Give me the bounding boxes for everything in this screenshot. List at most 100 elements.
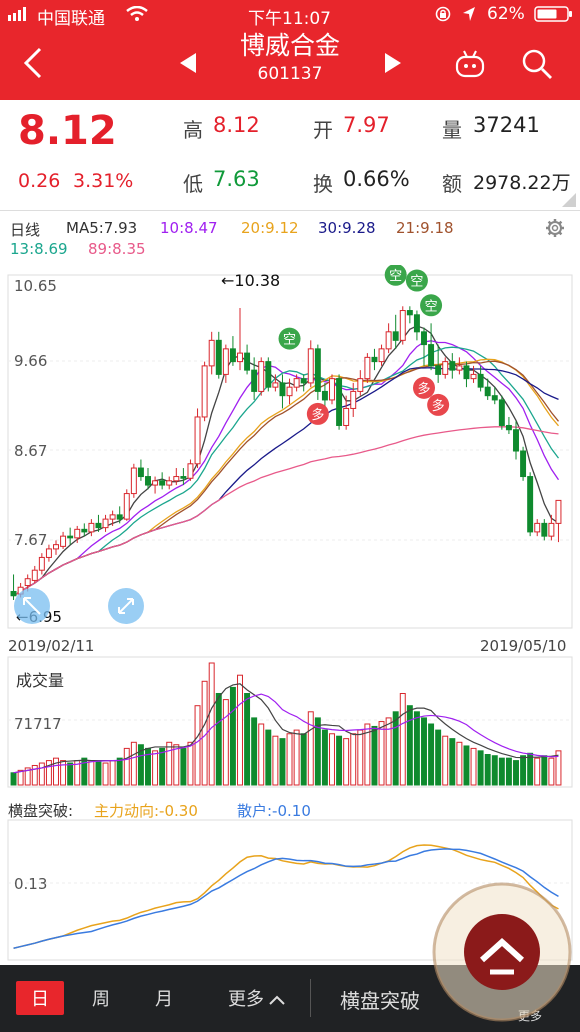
candle-body <box>406 310 413 316</box>
indicator-title[interactable]: 横盘突破: <box>8 800 73 821</box>
candle-body <box>258 361 265 392</box>
volume-bar <box>187 741 194 786</box>
signal-label: 多 <box>417 381 430 397</box>
volume-bar <box>442 735 449 786</box>
signal-label: 空 <box>410 275 423 290</box>
volume-bar <box>534 757 541 786</box>
lock-rotation-icon <box>435 6 451 26</box>
tab-more[interactable]: 更多 <box>228 985 286 1011</box>
collapse-button[interactable] <box>14 588 50 624</box>
tab-day[interactable]: 日 <box>16 981 64 1015</box>
candle <box>123 489 130 521</box>
period-label[interactable]: 日线 <box>10 219 40 240</box>
settings-gear-icon[interactable] <box>545 218 565 242</box>
candle <box>505 416 512 434</box>
robot-icon[interactable] <box>454 48 486 82</box>
search-icon[interactable] <box>521 48 553 84</box>
chart-area[interactable]: 空空空空多多多 10.65 9.66 8.67 7.67 ←10.38 ←6.9… <box>0 263 580 965</box>
candle <box>357 370 364 396</box>
candle-body <box>137 467 144 478</box>
short-signal-marker: 空 <box>405 269 428 292</box>
amount-value: 2978.22万 <box>473 172 571 194</box>
candle-body <box>272 382 279 388</box>
candle-body <box>102 518 109 529</box>
price-change-percent: 3.31% <box>73 170 134 192</box>
candle-body <box>399 310 406 341</box>
candle-body <box>477 373 484 388</box>
fullscreen-button[interactable] <box>108 588 144 624</box>
volume-bar <box>88 760 95 786</box>
candle <box>258 357 265 396</box>
ma13-line <box>13 346 560 597</box>
volume-bar <box>520 755 527 786</box>
volume-bar <box>491 755 498 786</box>
expand-corner-icon[interactable] <box>562 192 576 211</box>
tab-month[interactable]: 月 <box>155 985 173 1011</box>
candle-body <box>237 352 243 363</box>
volume-bar <box>392 711 399 786</box>
volume-y-label: 71717 <box>14 715 62 733</box>
candle-body <box>470 373 477 380</box>
candle-body <box>81 528 88 533</box>
candle-body <box>541 522 548 537</box>
divider <box>0 210 580 211</box>
candle-body <box>222 348 229 375</box>
ma30-value: 30:9.28 <box>318 219 376 237</box>
candle-body <box>166 480 173 486</box>
date-end: 2019/05/10 <box>480 637 567 655</box>
candle-body <box>314 348 321 392</box>
volume-bar <box>166 741 173 786</box>
next-stock-button[interactable] <box>383 52 403 78</box>
back-button[interactable] <box>22 46 44 84</box>
volume-bar <box>498 757 505 786</box>
signal-label: 多 <box>311 407 324 423</box>
volume-bar <box>17 769 24 786</box>
candle <box>364 353 371 383</box>
tab-week[interactable]: 周 <box>92 985 110 1011</box>
volume-bar <box>357 729 364 786</box>
volume-bar <box>130 741 137 786</box>
last-price: 8.12 <box>18 108 117 154</box>
volume-bar <box>229 686 236 786</box>
candle-body <box>555 499 562 524</box>
candle-body <box>498 399 505 426</box>
volume-bar <box>548 757 555 786</box>
candle <box>279 374 286 409</box>
y-label-2: 9.66 <box>14 352 48 370</box>
candle-body <box>251 369 258 392</box>
stock-name: 博威合金 <box>239 31 340 60</box>
candle <box>498 395 505 430</box>
candle-body <box>286 386 293 397</box>
volume-bar <box>350 733 357 786</box>
ma10-line <box>13 340 560 597</box>
candle <box>449 353 456 379</box>
volume-bar <box>406 705 413 786</box>
tab-more-label: 更多 <box>228 989 264 1010</box>
volume-bar <box>329 733 335 786</box>
candle <box>265 357 272 392</box>
carrier-name: 中国联通 <box>37 9 105 29</box>
volume-bar <box>371 725 378 786</box>
volume-bar <box>477 750 484 786</box>
volume-ma10-line <box>13 693 559 774</box>
ma10-value: 10:8.47 <box>160 219 218 237</box>
max-price-label: ←10.38 <box>221 271 281 290</box>
candle <box>187 459 194 481</box>
tab-indicator[interactable]: 横盘突破 <box>340 985 420 1014</box>
candle <box>201 361 208 422</box>
candle-body <box>215 339 222 375</box>
volume-bar <box>428 723 435 786</box>
volume-bar <box>159 747 166 786</box>
candle-body <box>208 339 215 367</box>
ma-legend: 日线 MA5:7.93 10:8.47 20:9.12 30:9.28 21:9… <box>0 212 580 264</box>
watermark-logo <box>430 880 575 1025</box>
candle-body <box>173 476 180 482</box>
candle-body <box>548 522 555 537</box>
amount-label: 额 <box>442 172 462 196</box>
volume-bar <box>244 693 251 786</box>
volume-bar <box>307 711 314 786</box>
wifi-icon <box>126 5 148 26</box>
short-signal-marker: 空 <box>384 263 407 286</box>
kline-chart[interactable]: 空空 空空多多多 <box>0 263 580 965</box>
volume-bar <box>102 762 109 786</box>
